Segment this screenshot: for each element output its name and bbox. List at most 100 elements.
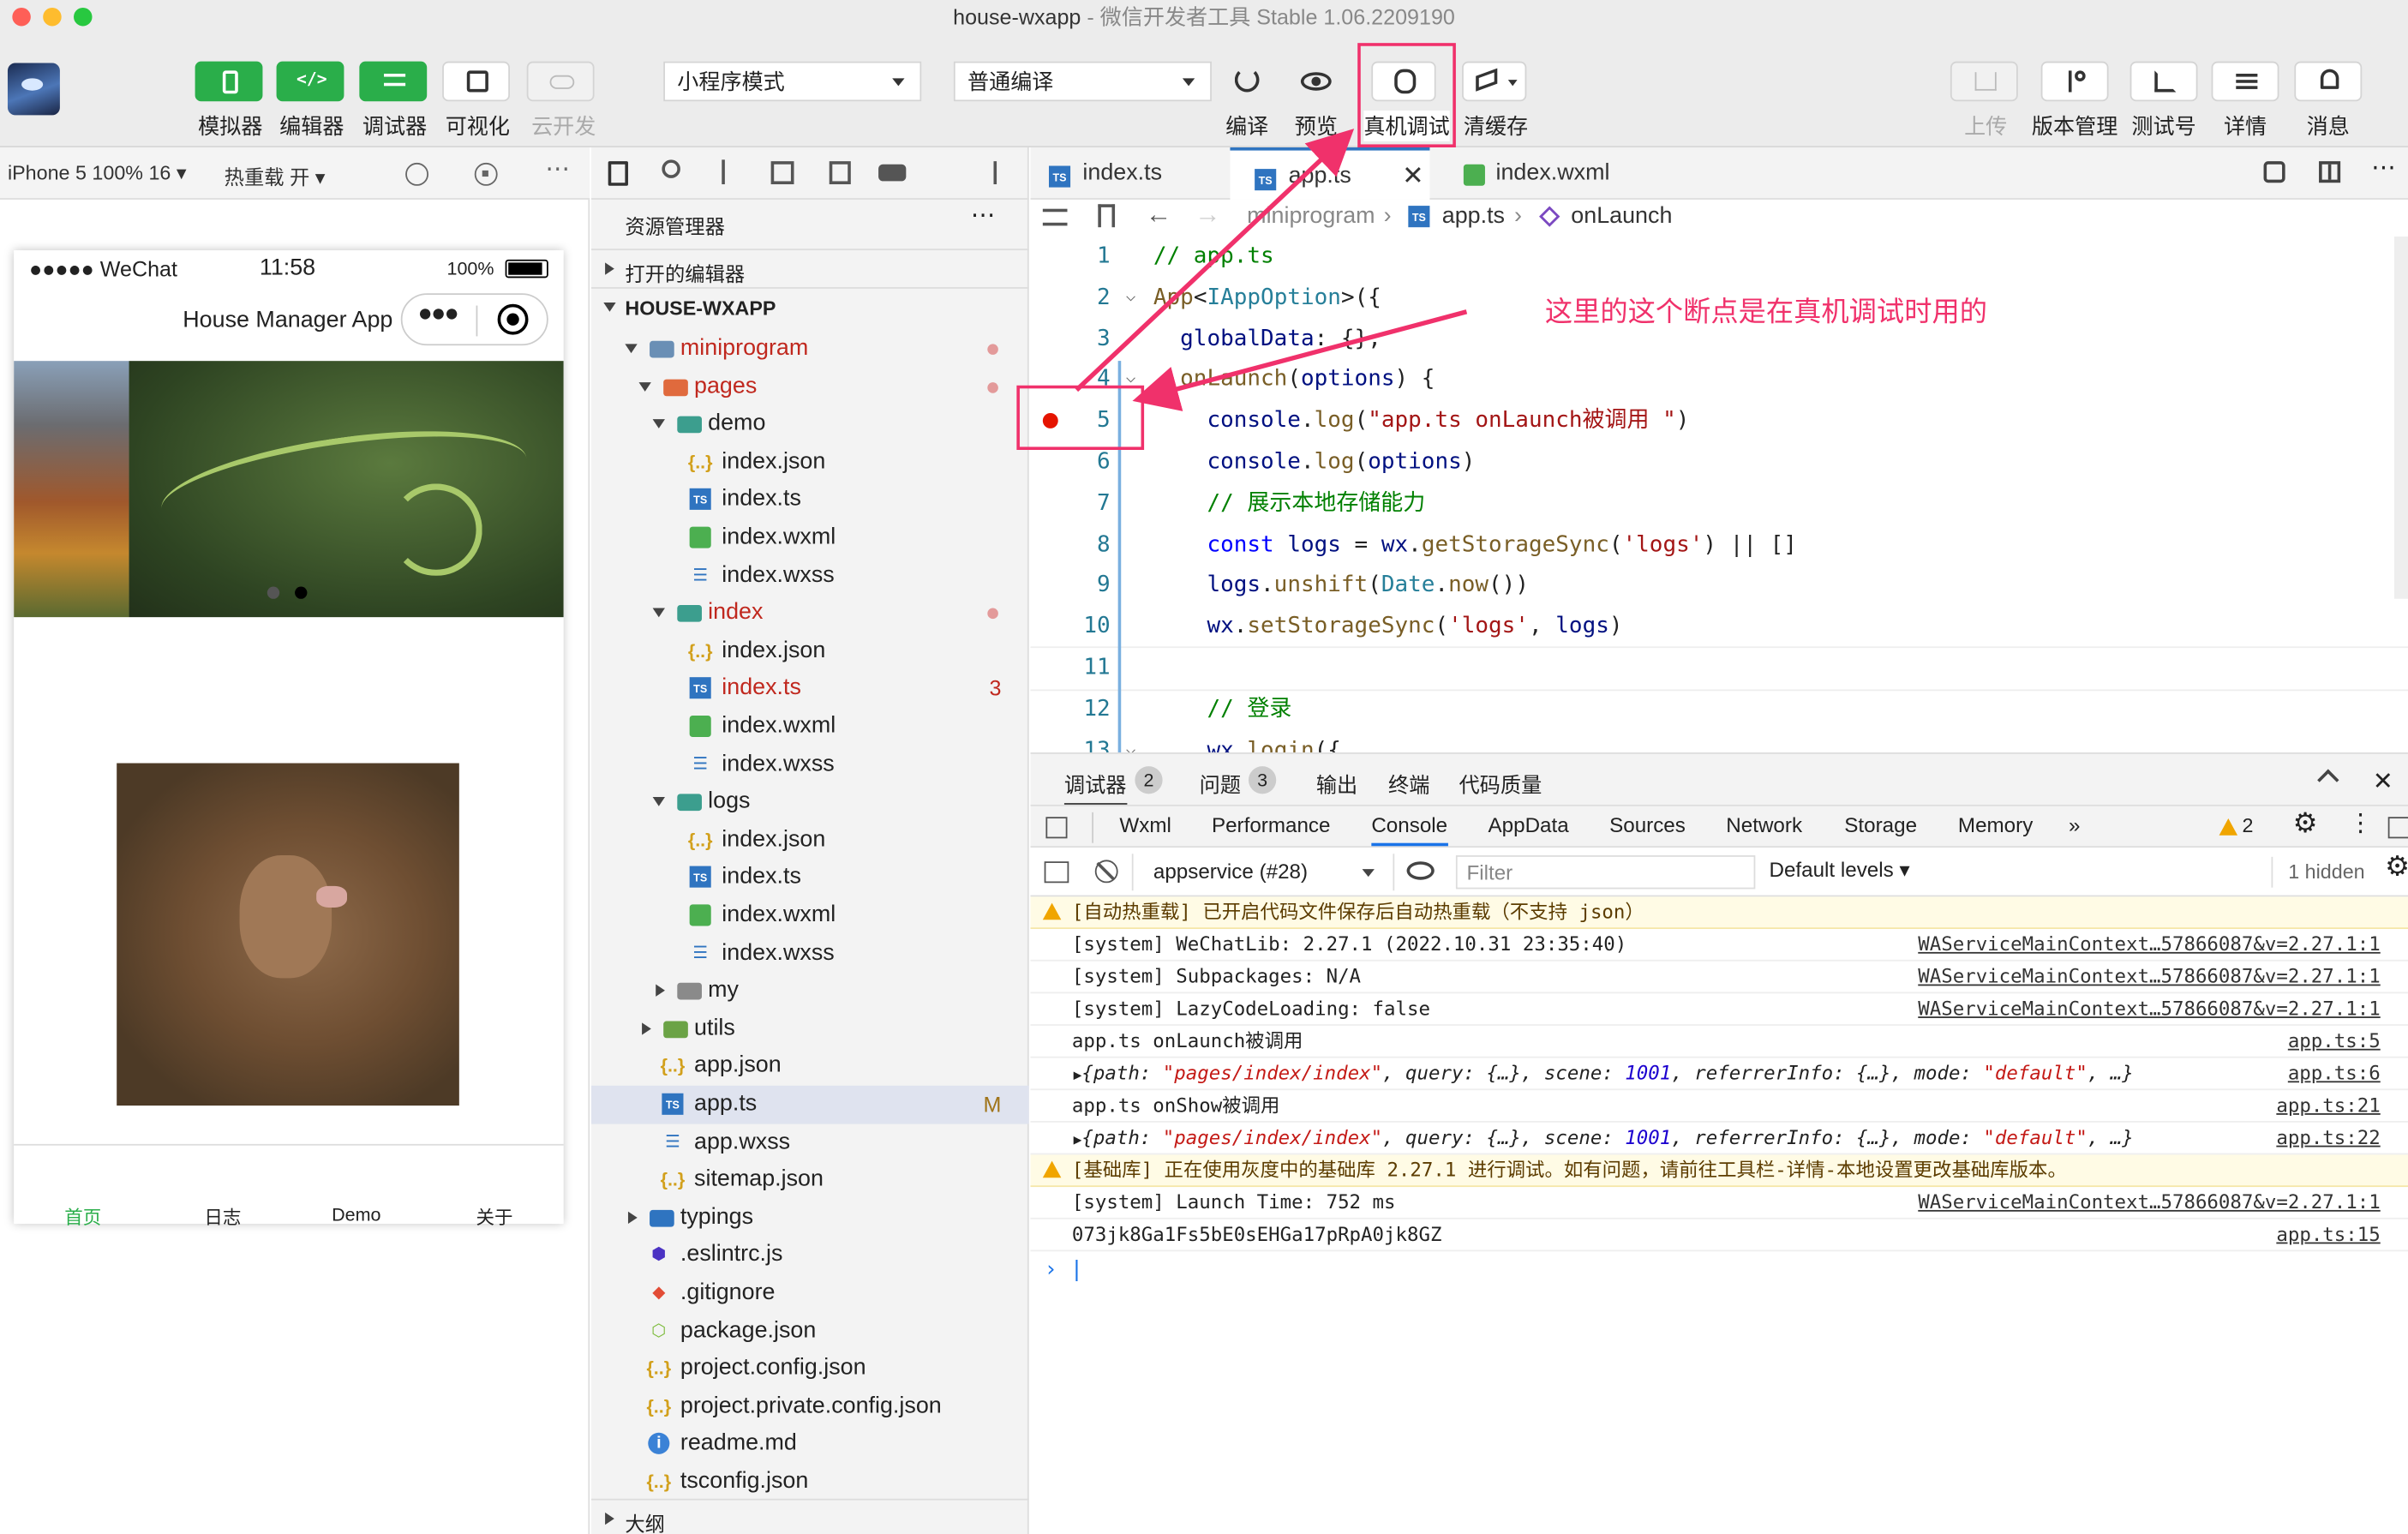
source-link[interactable]: app.ts:21 (2276, 1090, 2380, 1121)
more-icon[interactable]: ⋯ (971, 200, 996, 231)
tree-item[interactable]: {..} project.private.config.json (591, 1387, 1029, 1425)
details-button[interactable] (2211, 61, 2279, 102)
tree-item[interactable]: TS index.ts (591, 482, 1029, 519)
code-line[interactable]: 8 const logs = wx.getStorageSync('logs')… (1030, 524, 2408, 566)
inspect-icon[interactable] (1045, 817, 1068, 839)
chevron-right-icon[interactable] (656, 984, 665, 998)
close-window-button[interactable] (12, 7, 31, 27)
compile-button[interactable] (1216, 62, 1278, 102)
tab-logs[interactable]: 日志 (204, 1204, 241, 1230)
swiper-dot[interactable] (267, 586, 280, 599)
tree-item[interactable]: ☰ index.wxss (591, 557, 1029, 595)
panel-tab[interactable]: Network (1726, 814, 1802, 837)
chevron-right-icon[interactable] (642, 1022, 651, 1035)
source-link[interactable]: app.ts:15 (2276, 1219, 2380, 1250)
eye-icon[interactable] (1406, 861, 1435, 880)
panel-tab[interactable]: » (2069, 814, 2080, 837)
tree-item[interactable]: {..} index.json (591, 632, 1029, 670)
preview-button[interactable] (1285, 62, 1347, 102)
fold-chevron-icon[interactable]: ⌵ (1126, 276, 1136, 316)
editor-button[interactable]: </> (276, 61, 344, 102)
git-icon[interactable] (722, 159, 725, 185)
tree-item[interactable]: index.wxml (591, 519, 1029, 557)
console-message[interactable]: app.ts onShow被调用 app.ts:21 (1030, 1090, 2408, 1123)
tree-item[interactable]: {..} index.json (591, 821, 1029, 859)
tree-item[interactable]: index.wxml (591, 896, 1029, 934)
kebab-menu-icon[interactable]: ⋮ (2348, 807, 2373, 838)
context-select[interactable]: appservice (#28) (1153, 860, 1308, 883)
tab-index-wxml[interactable]: index.wxml (1460, 147, 1675, 200)
back-arrow-icon[interactable]: ← (1146, 200, 1171, 231)
source-link[interactable]: WAServiceMainContext…57866087&v=2.27.1:1 (1918, 1187, 2380, 1218)
levels-select[interactable]: Default levels ▾ (1769, 859, 1909, 884)
breadcrumb-folder[interactable]: miniprogram (1247, 203, 1375, 229)
console-message[interactable]: ▶{path: "pages/index/index", query: {…},… (1030, 1058, 2408, 1091)
cloud-button[interactable] (526, 61, 595, 102)
console-message[interactable]: [system] Launch Time: 752 ms WAServiceMai… (1030, 1187, 2408, 1219)
code-line[interactable]: 5 console.log("app.ts onLaunch被调用 ") (1030, 401, 2408, 442)
collapse-panel-icon[interactable] (993, 161, 997, 185)
code-line[interactable]: 10 wx.setStorageSync('logs', logs) (1030, 607, 2408, 648)
code-line[interactable]: 9 logs.unshift(Date.now()) (1030, 566, 2408, 607)
console-message[interactable]: 073jk8Ga1Fs5bE0sEHGa17pRpA0jk8GZ app.ts:1… (1030, 1219, 2408, 1252)
files-icon[interactable] (608, 161, 628, 186)
console-message[interactable]: [system] LazyCodeLoading: false WAService… (1030, 993, 2408, 1026)
more-icon[interactable]: ●●● (417, 301, 458, 328)
code-line[interactable]: 11 (1030, 646, 2408, 691)
debugger-button[interactable] (359, 61, 428, 102)
upload-button[interactable] (1950, 61, 2018, 102)
maximize-window-button[interactable] (74, 7, 93, 27)
chevron-down-icon[interactable] (652, 419, 665, 429)
more-icon[interactable]: ⋯ (545, 153, 570, 184)
console-message[interactable]: [基础库] 正在使用灰度中的基础库 2.27.1 进行调试。如有问题，请前往工具… (1030, 1154, 2408, 1188)
tree-item[interactable]: ⬡ package.json (591, 1312, 1029, 1350)
capsule-menu[interactable]: ●●● (400, 293, 548, 346)
panel-tab[interactable]: Storage (1844, 814, 1917, 837)
console-message[interactable]: [system] WeChatLib: 2.27.1 (2022.10.31 2… (1030, 929, 2408, 962)
simulator-button[interactable] (195, 61, 263, 102)
messages-button[interactable] (2294, 61, 2363, 102)
split-editor-icon[interactable] (2319, 161, 2341, 183)
devtools-tab[interactable]: 终端 (1388, 768, 1429, 799)
tab-home[interactable]: 首页 (64, 1204, 101, 1230)
console-message[interactable]: [system] Subpackages: N/A WAServiceMainCo… (1030, 962, 2408, 994)
source-link[interactable]: WAServiceMainContext…57866087&v=2.27.1:1 (1918, 962, 2380, 992)
tree-item[interactable]: {..} index.json (591, 443, 1029, 481)
tree-item[interactable]: ☰ index.wxss (591, 746, 1029, 783)
gear-icon[interactable]: ⚙ (2293, 807, 2318, 840)
panel-tab[interactable]: AppData (1489, 814, 1569, 837)
sidebar-toggle-icon[interactable] (1044, 861, 1069, 884)
source-link[interactable]: app.ts:22 (2276, 1123, 2380, 1153)
close-mini-icon[interactable] (497, 303, 529, 335)
chevron-down-icon[interactable] (625, 344, 638, 354)
tree-item[interactable]: ☰ index.wxss (591, 934, 1029, 972)
tree-item[interactable]: utils (591, 1010, 1029, 1048)
tree-item[interactable]: {..} tsconfig.json (591, 1464, 1029, 1501)
warning-count[interactable]: 2 (2242, 814, 2253, 837)
docker-icon[interactable] (878, 164, 907, 182)
more-icon[interactable]: ⋯ (2371, 152, 2396, 183)
source-link[interactable]: WAServiceMainContext…57866087&v=2.27.1:1 (1918, 993, 2380, 1024)
fold-chevron-icon[interactable]: ⌵ (1126, 728, 1136, 752)
chevron-down-icon[interactable] (652, 608, 665, 618)
filter-input[interactable]: Filter (1455, 855, 1756, 890)
reload-icon[interactable] (405, 162, 428, 186)
compare-icon[interactable] (2263, 161, 2285, 183)
panel-tab[interactable]: Performance (1212, 814, 1331, 837)
clear-cache-button[interactable] (1462, 61, 1527, 102)
compile-mode-select[interactable]: 普通编译 (953, 61, 1212, 102)
panel-tab[interactable]: Memory (1958, 814, 2033, 837)
close-icon[interactable]: ✕ (1402, 151, 1424, 203)
chevron-right-icon[interactable] (627, 1211, 638, 1224)
tree-item[interactable]: {..} project.config.json (591, 1350, 1029, 1387)
tree-item[interactable]: miniprogram (591, 330, 1029, 368)
panel-tab[interactable]: Console (1371, 814, 1448, 847)
console-message[interactable]: [自动热重载] 已开启代码文件保存后自动热重载（不支持 json） (1030, 896, 2408, 930)
open-editors-section[interactable]: 打开的编辑器 (590, 249, 1029, 285)
tree-item[interactable]: index.wxml (591, 708, 1029, 746)
tree-item[interactable]: i readme.md (591, 1425, 1029, 1463)
tab-about[interactable]: 关于 (476, 1204, 513, 1230)
chevron-down-icon[interactable] (652, 797, 665, 807)
devtools-tab[interactable]: 问题 (1200, 768, 1241, 799)
tree-item[interactable]: ⬢ .eslintrc.js (591, 1237, 1029, 1274)
